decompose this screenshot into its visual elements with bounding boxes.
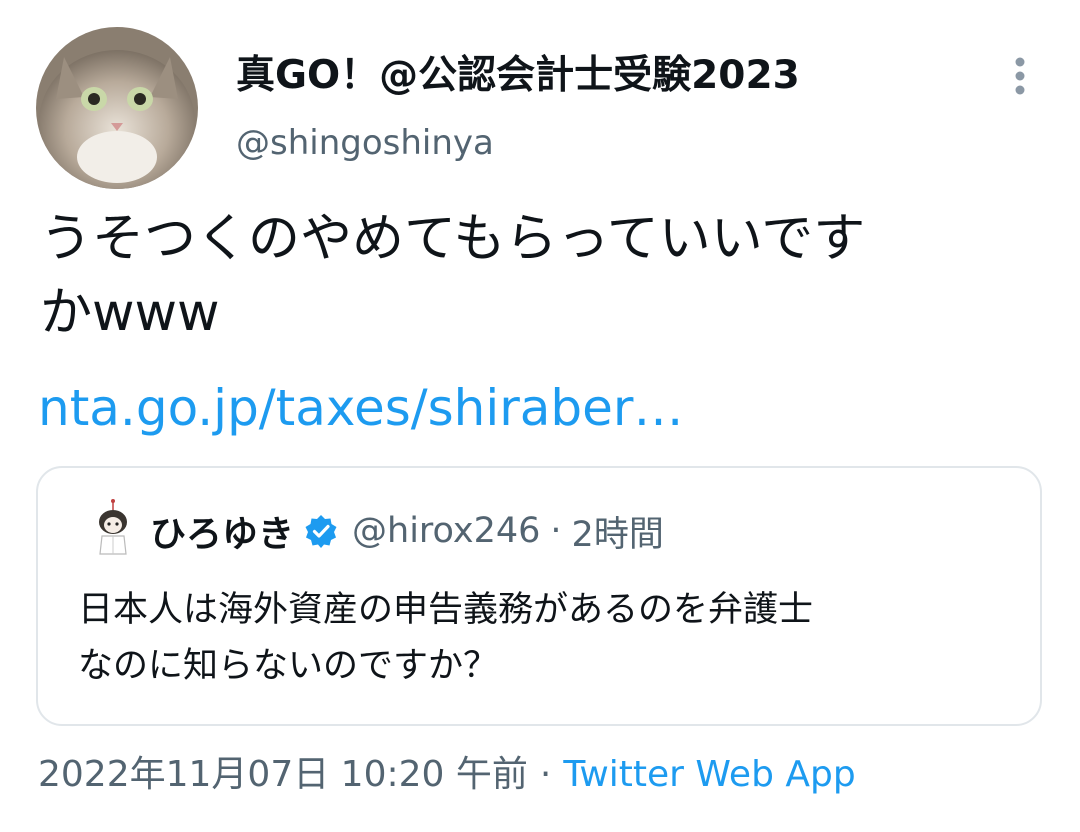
author-display-name[interactable]: 真GO！@公認会計士受験2023	[236, 50, 800, 102]
verified-badge-icon	[304, 514, 338, 548]
author-avatar[interactable]	[36, 27, 198, 189]
quoted-author-avatar[interactable]	[88, 498, 138, 558]
cat-avatar-image	[36, 27, 198, 189]
tweet-source-link[interactable]: Twitter Web App	[563, 754, 855, 795]
quoted-tweet-text: 日本人は海外資産の申告義務があるのを弁護士 なのに知らないのですか？	[78, 582, 813, 694]
quoted-tweet-card[interactable]: ひろゆき @hirox246 · 2時間 日本人は海外資産の申告義務があるのを弁…	[36, 466, 1042, 726]
quoted-author-handle[interactable]: @hirox246	[352, 511, 540, 551]
character-avatar-image	[99, 499, 127, 555]
quoted-tweet-time[interactable]: 2時間	[572, 506, 664, 557]
tweet-text-line: うそつくのやめてもらっていいです	[40, 209, 866, 269]
quoted-separator: ·	[550, 511, 562, 551]
quoted-tweet-header: ひろゆき @hirox246 · 2時間	[150, 506, 664, 556]
more-options-button[interactable]	[1003, 54, 1037, 98]
more-vertical-icon	[1015, 57, 1025, 95]
quoted-author-name[interactable]: ひろゆき	[150, 505, 294, 557]
tweet-text: うそつくのやめてもらっていいです かwww	[40, 202, 1050, 350]
tweet-metadata: 2022年11月07日 10:20 午前 · Twitter Web App	[38, 750, 856, 800]
quoted-text-line: 日本人は海外資産の申告義務があるのを弁護士	[78, 590, 814, 630]
tweet-timestamp[interactable]: 2022年11月07日 10:20 午前	[38, 754, 528, 795]
author-handle[interactable]: @shingoshinya	[236, 120, 494, 166]
tweet-link[interactable]: nta.go.jp/taxes/shiraber…	[38, 376, 683, 440]
quoted-text-line: なのに知らないのですか？	[78, 646, 499, 686]
tweet-text-line: かwww	[40, 283, 220, 343]
meta-separator: ·	[539, 754, 552, 795]
